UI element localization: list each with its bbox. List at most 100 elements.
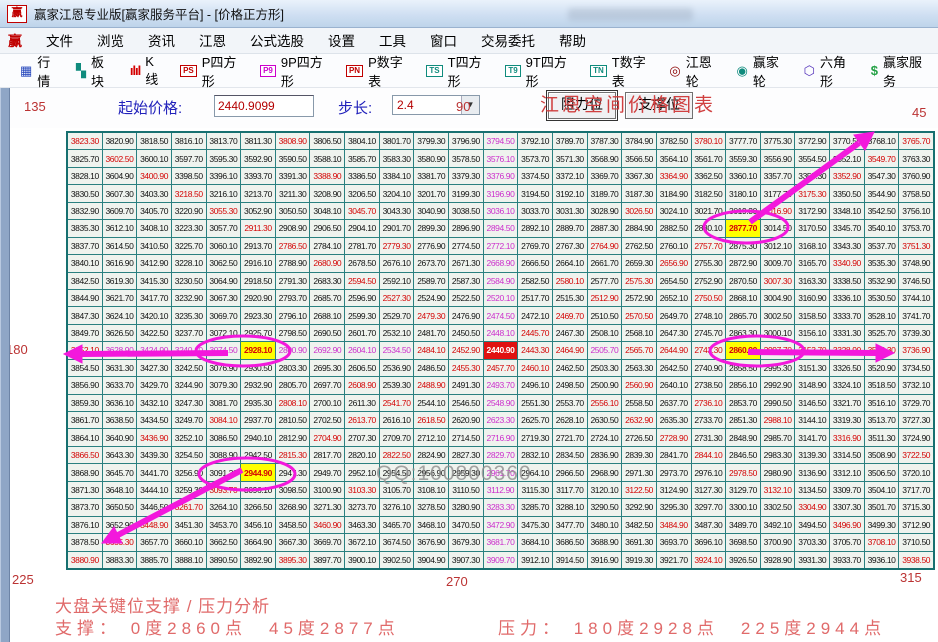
grid-cell: 3280.90 xyxy=(449,499,483,515)
step-value: 2.4 xyxy=(393,96,461,114)
grid-cell: 2932.90 xyxy=(241,377,275,393)
grid-cell: 2479.30 xyxy=(414,307,448,323)
grid-cell: 3734.50 xyxy=(899,360,933,376)
grid-cell: 2733.70 xyxy=(692,412,726,428)
grid-cell: 3067.30 xyxy=(207,290,241,306)
grid-cell: 3804.10 xyxy=(345,133,379,149)
toolbar-label: 江恩轮 xyxy=(686,52,721,90)
grid-cell: 3847.30 xyxy=(68,307,102,323)
grid-cell: 3266.50 xyxy=(241,499,275,515)
toolbar-button-winner-service[interactable]: $赢家服务 xyxy=(863,52,938,90)
toolbar-button-gann-wheel[interactable]: ◎江恩轮 xyxy=(661,52,728,90)
menu-item-工具[interactable]: 工具 xyxy=(367,34,418,49)
grid-cell: 3439.30 xyxy=(137,447,171,463)
grid-cell: 3350.50 xyxy=(830,185,864,201)
grid-cell: 2726.50 xyxy=(622,429,656,445)
grid-cell: 2625.70 xyxy=(518,412,552,428)
grid-cell: 2757.70 xyxy=(692,238,726,254)
winner-wheel-icon: ◉ xyxy=(737,64,748,77)
toolbar-button-9p-square[interactable]: P99P四方形 xyxy=(252,52,338,90)
menu-item-窗口[interactable]: 窗口 xyxy=(418,34,469,49)
grid-cell: 2500.90 xyxy=(588,377,622,393)
grid-cell: 3132.10 xyxy=(761,482,795,498)
grid-cell: 3031.30 xyxy=(553,203,587,219)
grid-cell: 3916.90 xyxy=(588,552,622,568)
toolbar-button-winner-wheel[interactable]: ◉赢家轮 xyxy=(729,52,796,90)
price-grid: 3823.303820.903818.503816.103813.703811.… xyxy=(66,131,935,570)
grid-cell: 3424.90 xyxy=(137,342,171,358)
grid-cell: 3902.50 xyxy=(380,552,414,568)
grid-cell: 3792.10 xyxy=(518,133,552,149)
grid-cell: 3592.90 xyxy=(241,150,275,166)
toolbar-button-quotes[interactable]: ▦行情 xyxy=(12,52,68,90)
title-bar[interactable]: 赢 赢家江恩专业版[赢家服务平台] - [价格正方形] xyxy=(0,0,938,28)
grid-cell: 3333.70 xyxy=(830,307,864,323)
grid-cell: 3933.70 xyxy=(830,552,864,568)
grid-cell: 3782.50 xyxy=(657,133,691,149)
hexagon-icon: ⬡ xyxy=(804,64,815,77)
grid-cell: 3074.50 xyxy=(207,342,241,358)
grid-cell: 3340.90 xyxy=(830,255,864,271)
grid-cell: 3307.30 xyxy=(830,499,864,515)
grid-cell: 2712.10 xyxy=(414,429,448,445)
menu-item-交易委托[interactable]: 交易委托 xyxy=(469,34,547,49)
grid-cell: 3768.10 xyxy=(865,133,899,149)
grid-cell: 2580.10 xyxy=(553,273,587,289)
grid-cell: 2781.70 xyxy=(345,238,379,254)
footer-pressure-text: 压力： 180度2928点 225度2944点 xyxy=(498,614,886,639)
grid-cell: 3175.30 xyxy=(795,185,829,201)
grid-cell: 2498.50 xyxy=(553,377,587,393)
menu-item-资讯[interactable]: 资讯 xyxy=(136,34,187,49)
grid-cell: 2736.10 xyxy=(692,395,726,411)
grid-cell: 2716.90 xyxy=(484,429,518,445)
grid-cell: 2829.70 xyxy=(484,447,518,463)
toolbar-button-kline[interactable]: ılılK线 xyxy=(122,54,172,88)
grid-cell: 3232.90 xyxy=(172,290,206,306)
grid-cell: 3230.50 xyxy=(172,273,206,289)
menu-item-浏览[interactable]: 浏览 xyxy=(85,34,136,49)
grid-cell: 3626.50 xyxy=(103,325,137,341)
grid-cell: 3009.70 xyxy=(761,255,795,271)
grid-cell: 3578.50 xyxy=(449,150,483,166)
start-price-input[interactable] xyxy=(214,95,314,117)
toolbar-button-t-square[interactable]: TST四方形 xyxy=(418,52,497,90)
grid-cell: 3633.70 xyxy=(103,377,137,393)
menu-item-公式选股[interactable]: 公式选股 xyxy=(238,34,316,49)
grid-cell: 2930.50 xyxy=(241,360,275,376)
grid-cell: 2599.30 xyxy=(345,307,379,323)
grid-cell: 2796.10 xyxy=(276,307,310,323)
menu-item-帮助[interactable]: 帮助 xyxy=(547,34,598,49)
grid-cell: 3076.90 xyxy=(207,360,241,376)
grid-cell: 3297.70 xyxy=(692,499,726,515)
grid-cell: 2865.70 xyxy=(726,307,760,323)
grid-cell: 3283.30 xyxy=(484,499,518,515)
toolbar-button-9t-square[interactable]: T99T四方形 xyxy=(497,52,582,90)
grid-cell: 3828.10 xyxy=(68,168,102,184)
grid-cell: 3484.90 xyxy=(657,517,691,533)
grid-cell: 3470.50 xyxy=(449,517,483,533)
grid-cell: 2455.30 xyxy=(449,360,483,376)
grid-cell: 3676.90 xyxy=(414,534,448,550)
toolbar-label: 9T四方形 xyxy=(526,52,574,90)
menu-item-设置[interactable]: 设置 xyxy=(316,34,367,49)
grid-cell: 3811.30 xyxy=(241,133,275,149)
menu-item-江恩[interactable]: 江恩 xyxy=(187,34,238,49)
toolbar-button-p-square[interactable]: PSP四方形 xyxy=(172,52,252,90)
grid-cell: 2805.70 xyxy=(276,377,310,393)
grid-cell: 2510.50 xyxy=(588,307,622,323)
toolbar-button-hexagon[interactable]: ⬡六角形 xyxy=(796,52,863,90)
grid-cell: 2791.30 xyxy=(276,273,310,289)
grid-cell: 3321.70 xyxy=(830,395,864,411)
grid-cell: 3794.50 xyxy=(484,133,518,149)
grid-cell: 3352.90 xyxy=(830,168,864,184)
toolbar-button-sectors[interactable]: ▚板块 xyxy=(68,52,122,90)
menu-item-文件[interactable]: 文件 xyxy=(34,34,85,49)
toolbar-button-t-number-table[interactable]: TNT数字表 xyxy=(582,52,661,90)
grid-cell: 2824.90 xyxy=(414,447,448,463)
grid-cell: 2731.30 xyxy=(692,429,726,445)
grid-cell: 3218.50 xyxy=(172,185,206,201)
toolbar-button-p-number-table[interactable]: PNP数字表 xyxy=(338,52,418,90)
grid-cell: 2875.30 xyxy=(726,238,760,254)
grid-cell: 2493.70 xyxy=(484,377,518,393)
grid-cell: 2822.50 xyxy=(380,447,414,463)
